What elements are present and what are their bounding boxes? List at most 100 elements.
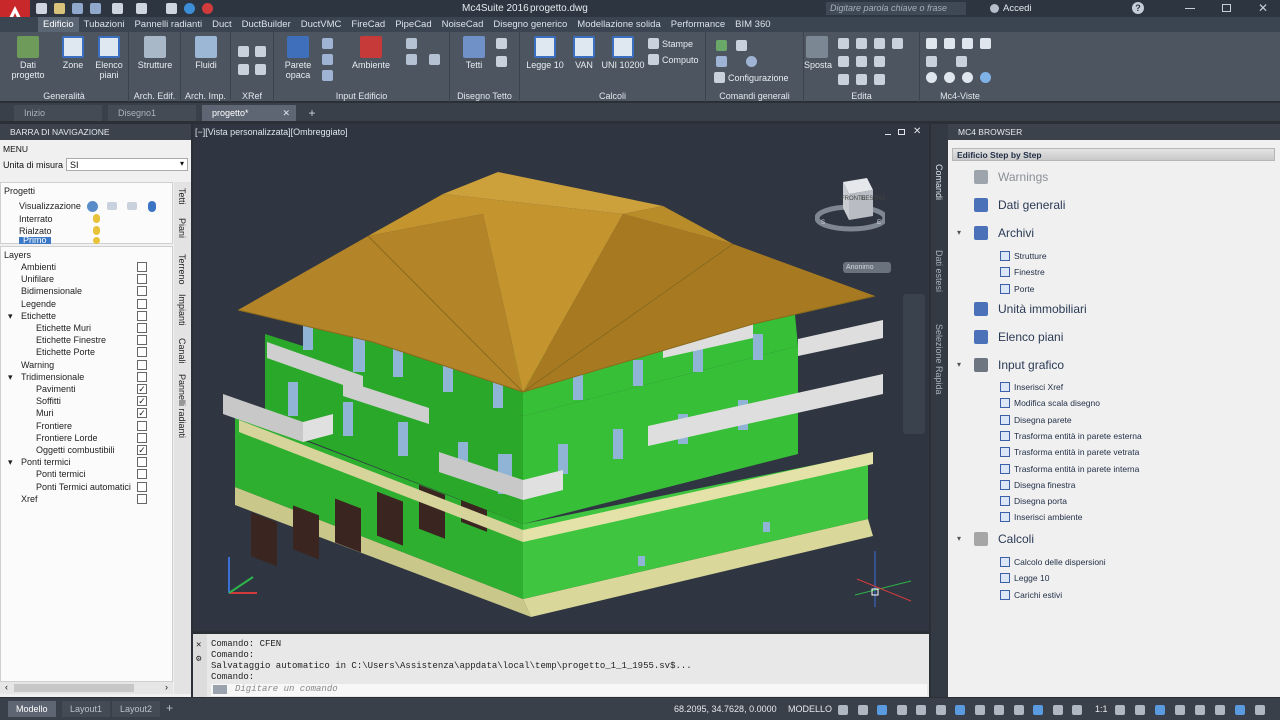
nav-menu[interactable]: MENU <box>3 144 28 154</box>
xref-manage-icon[interactable] <box>255 64 266 75</box>
status-toggle-icon[interactable] <box>974 705 985 715</box>
status-toggle-icon[interactable] <box>1195 705 1205 715</box>
xref-attach-icon[interactable] <box>238 46 249 57</box>
globe-icon[interactable] <box>87 201 98 212</box>
browser-item[interactable]: Inserisci ambiente <box>1000 510 1083 524</box>
plot-icon[interactable] <box>166 3 177 14</box>
list-tool-icon[interactable] <box>736 40 747 51</box>
trim-icon[interactable] <box>838 74 849 85</box>
browser-section-calcoli[interactable]: Calcoli <box>998 528 1034 550</box>
nav-vtab-piani[interactable]: Piani <box>177 218 187 238</box>
ribbon-tab-disegno-generico[interactable]: Disegno generico <box>488 17 572 32</box>
door-tool-icon[interactable] <box>322 54 333 65</box>
status-toggle-icon[interactable] <box>1175 705 1185 715</box>
layer-checkbox[interactable] <box>137 469 147 480</box>
status-toggle-icon[interactable] <box>857 705 868 715</box>
block-tool-icon[interactable] <box>716 56 727 67</box>
zone-button[interactable]: Zone <box>56 36 90 70</box>
browser-section-unita-immobiliari[interactable]: Unità immobiliari <box>998 298 1087 320</box>
layer-checkbox[interactable] <box>137 262 147 272</box>
parete-opaca-button[interactable]: Parete opaca <box>278 36 318 80</box>
browser-item[interactable]: Strutture <box>1000 249 1047 263</box>
maximize-icon[interactable] <box>1222 4 1231 12</box>
ribbon-tab-ductvmc[interactable]: DuctVMC <box>296 17 347 32</box>
status-toggle-icon[interactable] <box>896 705 907 715</box>
roof-edit-icon[interactable] <box>496 38 507 49</box>
browser-item[interactable]: Carichi estivi <box>1000 588 1062 602</box>
uni10200-button[interactable]: UNI 10200 <box>600 36 646 70</box>
help-icon[interactable]: ? <box>1132 2 1144 14</box>
redo-icon[interactable] <box>136 3 147 14</box>
browser-item[interactable]: Trasforma entità in parete interna <box>1000 462 1139 476</box>
layer-checkbox[interactable] <box>137 323 147 333</box>
layer-checkbox[interactable] <box>137 286 147 297</box>
layout-tab-modello[interactable]: Modello <box>8 701 56 717</box>
layer-checkbox[interactable]: ✓ <box>137 396 147 407</box>
nav-vtab-pannelli-radianti[interactable]: Pannelli radianti <box>177 374 187 438</box>
layer-checkbox[interactable]: ✓ <box>137 445 147 455</box>
ribbon-tab-pannelli-radianti[interactable]: Pannelli radianti <box>129 17 207 32</box>
status-toggle-icon[interactable] <box>1033 705 1043 715</box>
layer-checkbox[interactable] <box>137 432 147 443</box>
ribbon-tab-performance[interactable]: Performance <box>666 17 730 32</box>
view-left-icon[interactable] <box>980 38 991 49</box>
doc-tab-progetto[interactable]: progetto* ✕ <box>202 105 296 121</box>
side-tab-comandi[interactable]: Comandi <box>934 164 944 200</box>
status-toggle-icon[interactable] <box>994 705 1004 715</box>
layer-checkbox[interactable]: ✓ <box>137 384 147 394</box>
search-box[interactable]: Digitare parola chiave o frase <box>826 2 966 15</box>
layer-tool-icon[interactable] <box>716 40 727 51</box>
cmdline-handle[interactable]: ✕ ⚙ <box>193 634 207 697</box>
bulb-icon[interactable] <box>93 237 100 244</box>
nav-vtab-impianti[interactable]: Impianti <box>177 294 187 326</box>
van-button[interactable]: VAN <box>570 36 598 70</box>
status-toggle-icon[interactable] <box>1115 705 1125 715</box>
rotate-icon[interactable] <box>838 38 849 49</box>
xref-bind-icon[interactable] <box>238 64 249 75</box>
sphere-icon[interactable] <box>962 72 973 83</box>
layout-tab-layout2[interactable]: Layout2 <box>112 701 161 717</box>
status-toggle-icon[interactable] <box>955 705 965 715</box>
status-toggle-icon[interactable] <box>1215 705 1225 715</box>
coordinates-readout[interactable]: 68.2095, 34.7628, 0.0000 <box>674 704 777 714</box>
layer-checkbox[interactable] <box>137 481 147 492</box>
status-toggle-icon[interactable] <box>1013 705 1024 715</box>
user-icon[interactable] <box>990 4 999 13</box>
nav-vtab-tetti[interactable]: Tetti <box>177 188 187 205</box>
close-icon[interactable]: ✕ <box>196 640 201 650</box>
cmd-input[interactable]: Digitare un comando <box>211 684 927 696</box>
ribbon-tab-noisecad[interactable]: NoiseCad <box>437 17 489 32</box>
erase-icon[interactable] <box>856 74 867 85</box>
shade-icon[interactable] <box>926 72 937 83</box>
drop-icon[interactable] <box>148 201 156 212</box>
view-top-icon[interactable] <box>926 38 937 49</box>
stampe-button[interactable]: Stampe <box>648 38 704 49</box>
browser-item[interactable]: Trasforma entità in parete vetrata <box>1000 445 1139 459</box>
browser-item[interactable]: Legge 10 <box>1000 571 1049 585</box>
minimize-icon[interactable] <box>1185 8 1195 9</box>
collapse-toggle[interactable]: ▾ <box>957 228 961 237</box>
computo-button[interactable]: Computo <box>648 54 704 65</box>
browser-item[interactable]: Modifica scala disegno <box>1000 396 1100 410</box>
status-toggle-icon[interactable] <box>1155 705 1165 715</box>
save-icon[interactable] <box>72 3 83 14</box>
browser-item[interactable]: Porte <box>1000 282 1034 296</box>
layer-checkbox[interactable]: ✓ <box>137 408 147 419</box>
drawing-viewport[interactable]: [−][Vista personalizzata][Ombreggiato] ✕ <box>193 124 929 631</box>
tetti-button[interactable]: Tetti <box>460 36 488 70</box>
navigation-toolbar[interactable] <box>903 294 925 434</box>
undo-icon[interactable] <box>112 3 123 14</box>
expand-toggle[interactable]: ▾ <box>8 456 13 468</box>
view-right-icon[interactable] <box>962 38 973 49</box>
side-tab-selezione-rapida[interactable]: Selezione Rapida <box>934 324 944 395</box>
elenco-piani-button[interactable]: Elenco piani <box>92 36 126 80</box>
browser-section-warnings[interactable]: Warnings <box>998 166 1048 188</box>
expand-toggle[interactable]: ▾ <box>8 371 13 383</box>
view-front-icon[interactable] <box>944 38 955 49</box>
layer-checkbox[interactable] <box>137 310 147 321</box>
status-toggle-icon[interactable] <box>1255 705 1265 715</box>
status-toggle-icon[interactable] <box>1052 705 1063 715</box>
render-icon[interactable] <box>944 72 955 83</box>
nav-vtab-terreno[interactable]: Terreno <box>177 254 187 285</box>
layout-tab-layout1[interactable]: Layout1 <box>62 701 111 717</box>
